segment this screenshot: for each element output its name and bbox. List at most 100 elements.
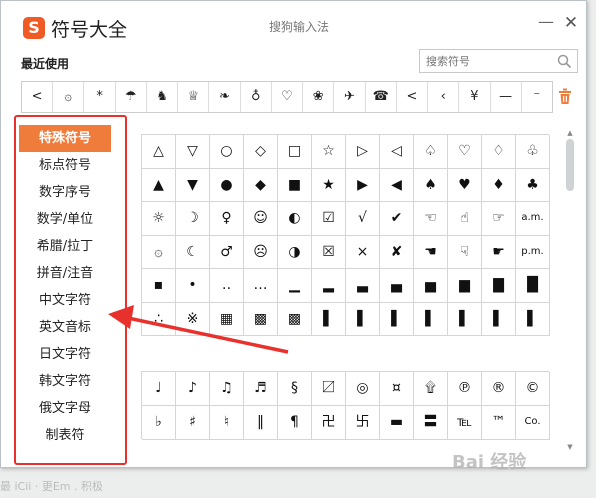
symbol-cell[interactable]: ▬ — [380, 406, 414, 440]
symbol-cell[interactable]: ▌ — [414, 302, 448, 336]
symbol-cell[interactable]: ◁ — [380, 135, 414, 169]
symbol-cell[interactable]: ‖ — [244, 406, 278, 440]
recent-symbol-cell[interactable]: ❧ — [209, 82, 241, 112]
category-item[interactable]: 数学/单位 — [19, 206, 111, 233]
symbol-cell[interactable]: ◀ — [380, 168, 414, 202]
symbol-cell[interactable]: 〼 — [312, 372, 346, 406]
symbol-cell[interactable]: • — [176, 269, 210, 303]
recent-symbol-cell[interactable]: ‹ — [428, 82, 460, 112]
close-button[interactable]: ✕ — [563, 15, 579, 32]
symbol-cell[interactable]: 卍 — [312, 406, 346, 440]
recent-symbol-cell[interactable]: < — [22, 82, 54, 112]
recent-symbol-cell[interactable]: ⁻ — [522, 82, 552, 112]
category-item[interactable]: 俄文字母 — [19, 395, 111, 422]
recent-symbol-cell[interactable]: * — [84, 82, 116, 112]
symbol-cell[interactable]: ℡ — [448, 406, 482, 440]
symbol-cell[interactable]: ▃ — [346, 269, 380, 303]
symbol-cell[interactable]: p.m. — [516, 235, 550, 269]
symbol-cell[interactable]: … — [244, 269, 278, 303]
symbol-cell[interactable]: ✘ — [380, 235, 414, 269]
symbol-cell[interactable]: ☛ — [482, 235, 516, 269]
symbol-cell[interactable]: ☼ — [142, 202, 176, 236]
symbol-cell[interactable]: ☞ — [482, 202, 516, 236]
scrollbar[interactable]: ▲ ▼ — [565, 129, 575, 453]
symbol-cell[interactable]: ■ — [278, 168, 312, 202]
symbol-cell[interactable]: ▄ — [380, 269, 414, 303]
symbol-cell[interactable]: ♭ — [142, 406, 176, 440]
symbol-cell[interactable]: ۩ — [414, 372, 448, 406]
search-box[interactable] — [419, 49, 578, 73]
symbol-cell[interactable]: ▪ — [142, 269, 176, 303]
symbol-cell[interactable]: ◆ — [244, 168, 278, 202]
recent-symbol-cell[interactable]: ❀ — [303, 82, 335, 112]
symbol-cell[interactable]: ♯ — [176, 406, 210, 440]
search-input[interactable] — [426, 53, 546, 69]
recent-symbol-cell[interactable]: ♡ — [272, 82, 304, 112]
symbol-cell[interactable]: ※ — [176, 302, 210, 336]
symbol-cell[interactable]: ▶ — [346, 168, 380, 202]
symbol-cell[interactable]: ® — [482, 372, 516, 406]
recent-symbol-cell[interactable]: ♁ — [241, 82, 272, 112]
symbol-cell[interactable]: ★ — [312, 168, 346, 202]
symbol-cell[interactable]: ♥ — [448, 168, 482, 202]
symbol-cell[interactable]: ▌ — [448, 302, 482, 336]
category-item[interactable]: 拼音/注音 — [19, 260, 111, 287]
symbol-cell[interactable]: △ — [142, 135, 176, 169]
recent-symbol-cell[interactable]: ✈ — [334, 82, 366, 112]
symbol-cell[interactable]: ▼ — [176, 168, 210, 202]
symbol-cell[interactable]: ▂ — [312, 269, 346, 303]
symbol-cell[interactable]: ▩ — [244, 302, 278, 336]
symbol-cell[interactable]: ℗ — [448, 372, 482, 406]
category-item[interactable]: 制表符 — [19, 422, 111, 449]
recent-symbol-cell[interactable]: ۞ — [53, 82, 85, 112]
symbol-cell[interactable]: ☽ — [176, 202, 210, 236]
symbol-cell[interactable]: ‥ — [210, 269, 244, 303]
symbol-cell[interactable]: ☜ — [414, 202, 448, 236]
symbol-cell[interactable]: ♤ — [414, 135, 448, 169]
category-item[interactable]: 特殊符号 — [19, 125, 111, 152]
scrollbar-thumb[interactable] — [566, 139, 574, 191]
symbol-cell[interactable]: ▦ — [210, 302, 244, 336]
symbol-cell[interactable]: ▲ — [142, 168, 176, 202]
title-bar[interactable]: S 符号大全 搜狗输入法 — ✕ — [1, 1, 586, 43]
category-item[interactable]: 韩文字符 — [19, 368, 111, 395]
symbol-cell[interactable]: ▌ — [516, 302, 550, 336]
minimize-button[interactable]: — — [538, 14, 554, 31]
recent-symbol-cell[interactable]: < — [397, 82, 429, 112]
symbol-cell[interactable]: ♩ — [142, 372, 176, 406]
symbol-cell[interactable]: □ — [278, 135, 312, 169]
symbol-cell[interactable]: ▅ — [414, 269, 448, 303]
symbol-cell[interactable]: ☆ — [312, 135, 346, 169]
symbol-cell[interactable]: ♫ — [210, 372, 244, 406]
symbol-cell[interactable]: ▇ — [482, 269, 516, 303]
recent-symbol-cell[interactable]: — — [491, 82, 522, 112]
symbol-cell[interactable]: ∴ — [142, 302, 176, 336]
trash-icon[interactable] — [557, 87, 573, 105]
symbol-cell[interactable]: ◇ — [244, 135, 278, 169]
symbol-cell[interactable]: ♮ — [210, 406, 244, 440]
symbol-cell[interactable]: ▌ — [346, 302, 380, 336]
symbol-cell[interactable]: ♠ — [414, 168, 448, 202]
symbol-cell[interactable]: ◎ — [346, 372, 380, 406]
symbol-cell[interactable]: § — [278, 372, 312, 406]
symbol-cell[interactable]: a.m. — [516, 202, 550, 236]
category-item[interactable]: 日文字符 — [19, 341, 111, 368]
recent-symbol-cell[interactable]: ¥ — [459, 82, 491, 112]
symbol-cell[interactable]: ◑ — [278, 235, 312, 269]
symbol-cell[interactable]: ☑ — [312, 202, 346, 236]
symbol-cell[interactable]: ▩ — [278, 302, 312, 336]
symbol-cell[interactable]: █ — [516, 269, 550, 303]
symbol-cell[interactable]: ♢ — [482, 135, 516, 169]
scroll-up-icon[interactable]: ▲ — [565, 129, 575, 137]
symbol-cell[interactable]: ▷ — [346, 135, 380, 169]
symbol-cell[interactable]: ♣ — [516, 168, 550, 202]
symbol-cell[interactable]: ☟ — [448, 235, 482, 269]
symbol-cell[interactable]: 〓 — [414, 406, 448, 440]
symbol-cell[interactable]: ● — [210, 168, 244, 202]
symbol-cell[interactable]: √ — [346, 202, 380, 236]
search-icon[interactable] — [557, 54, 572, 69]
symbol-cell[interactable]: ▌ — [380, 302, 414, 336]
symbol-cell[interactable]: ♦ — [482, 168, 516, 202]
category-item[interactable]: 希腊/拉丁 — [19, 233, 111, 260]
symbol-cell[interactable]: ♀ — [210, 202, 244, 236]
